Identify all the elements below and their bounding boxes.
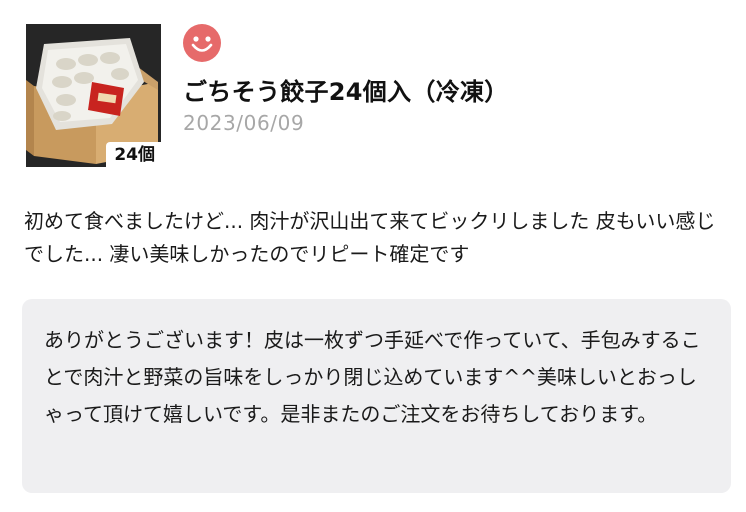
shop-reply: ありがとうございます！皮は一枚ずつ手延べで作っていて、手包みすることで肉汁と野菜… bbox=[22, 299, 731, 493]
product-title[interactable]: ごちそう餃子24個入（冷凍） bbox=[183, 72, 509, 107]
review-card: 24個 ごちそう餃子24個入（冷凍） 2023/06/09 初めて食べましたけど… bbox=[0, 0, 746, 512]
reply-body: ありがとうございます！皮は一枚ずつ手延べで作っていて、手包みすることで肉汁と野菜… bbox=[44, 328, 701, 426]
review-date: 2023/06/09 bbox=[183, 111, 305, 135]
review-body: 初めて食べましたけど... 肉汁が沢山出て来てビックリしました 皮もいい感じでし… bbox=[24, 209, 716, 266]
smiley-face-icon bbox=[183, 24, 221, 62]
quantity-badge: 24個 bbox=[106, 142, 161, 167]
product-thumbnail[interactable]: 24個 bbox=[26, 24, 161, 167]
